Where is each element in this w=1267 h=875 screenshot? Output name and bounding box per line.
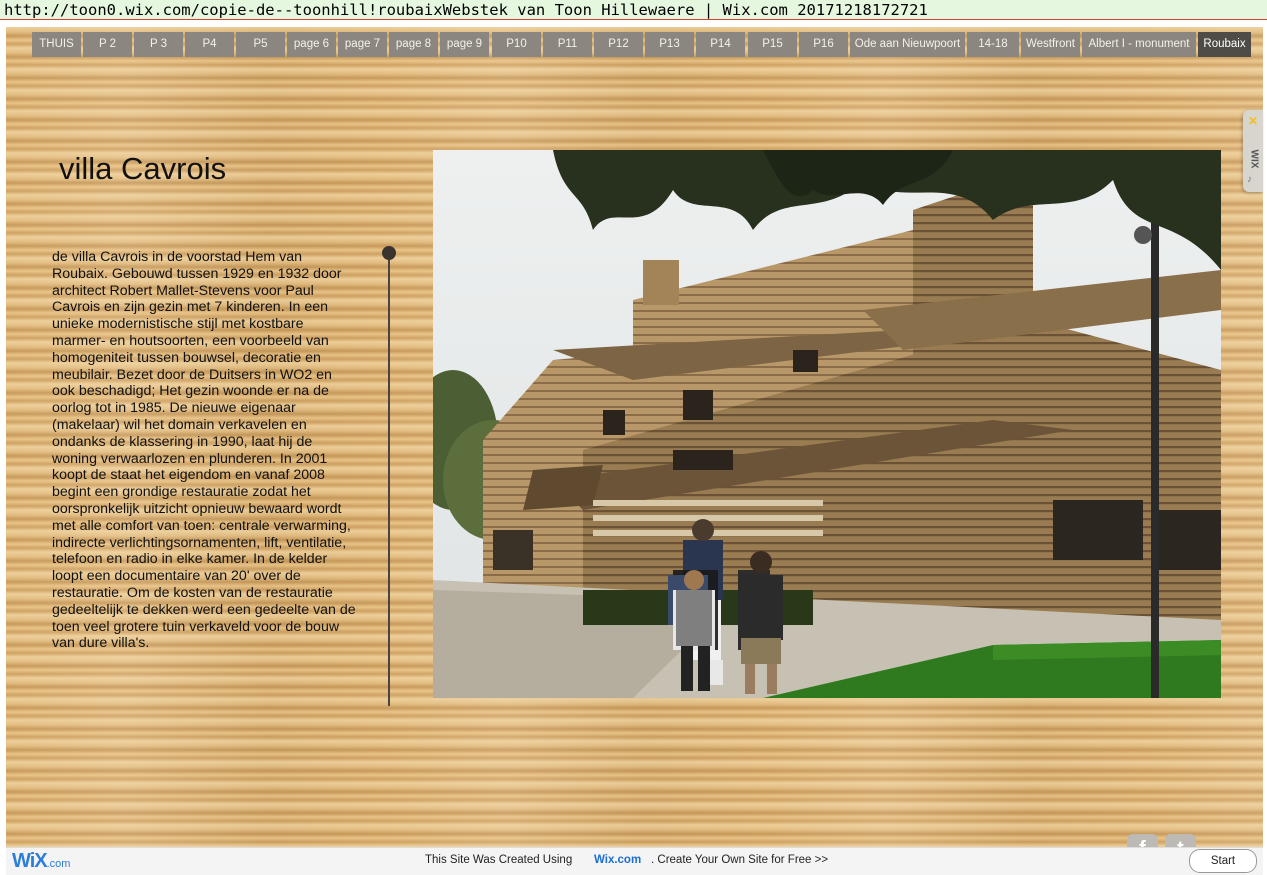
nav-item-14-18[interactable]: 14-18 [967,32,1019,57]
nav-item-p4[interactable]: P4 [185,32,234,57]
nav-item-p2[interactable]: P 2 [83,32,132,57]
address-bar[interactable]: http://toon0.wix.com/copie-de--toonhill!… [0,0,1267,20]
nav-item-p10[interactable]: P10 [492,32,541,57]
footer-cta-text[interactable]: . Create Your Own Site for Free >> [651,854,828,866]
nav-item-roubaix[interactable]: Roubaix [1198,32,1251,57]
villa-cavrois-photo [433,150,1221,698]
nav-item-p12[interactable]: P12 [594,32,643,57]
nav-item-albert-monument[interactable]: Albert I - monument [1082,32,1196,57]
nav-item-p11[interactable]: P11 [543,32,592,57]
nav-item-p14[interactable]: P14 [696,32,745,57]
wix-ad-tab[interactable]: ✕ WIX ♪ [1243,110,1263,192]
sound-icon: ♪ [1247,174,1252,185]
site-canvas: THUIS P 2 P 3 P4 P5 page 6 page 7 page 8… [6,27,1263,865]
nav-item-page9[interactable]: page 9 [440,32,489,57]
wix-link[interactable]: Wix.com [594,854,641,866]
nav-item-westfront[interactable]: Westfront [1021,32,1080,57]
nav-item-p16[interactable]: P16 [799,32,848,57]
close-icon[interactable]: ✕ [1248,114,1258,128]
page-title: villa Cavrois [59,151,227,186]
nav-item-p15[interactable]: P15 [748,32,797,57]
nav-item-page7[interactable]: page 7 [338,32,387,57]
article-text: de villa Cavrois in de voorstad Hem van … [52,249,356,652]
nav-item-p5[interactable]: P5 [236,32,285,57]
start-button[interactable]: Start [1189,849,1257,873]
timeline-line [388,253,390,706]
nav-item-page8[interactable]: page 8 [389,32,438,57]
footer-text: This Site Was Created Using [425,854,573,866]
nav-item-ode-aan-nieuwpoort[interactable]: Ode aan Nieuwpoort [850,32,965,57]
wix-tab-label: WIX [1248,149,1260,169]
wix-logo[interactable]: WiX.com [12,850,70,873]
nav-item-p13[interactable]: P13 [645,32,694,57]
timeline-dot [382,246,396,260]
nav-item-p3[interactable]: P 3 [134,32,183,57]
nav-item-page6[interactable]: page 6 [287,32,336,57]
nav-item-thuis[interactable]: THUIS [32,32,81,57]
wix-footer-bar: WiX.com This Site Was Created Using Wix.… [6,847,1263,875]
